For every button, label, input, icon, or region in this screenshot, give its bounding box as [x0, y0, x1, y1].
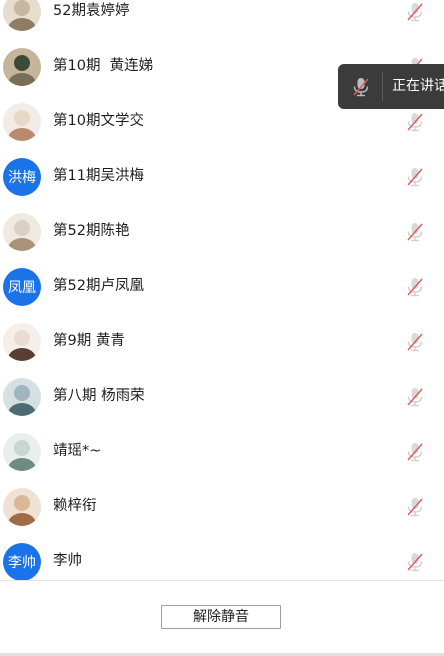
mic-muted-icon[interactable] [405, 221, 425, 243]
participant-name: 52期袁婷婷 [53, 3, 130, 19]
avatar [3, 212, 41, 251]
speaking-toast: 正在讲话 [338, 64, 444, 109]
participant-row[interactable]: 洪梅 第11期吴洪梅 [0, 149, 444, 204]
mic-muted-icon[interactable] [405, 551, 425, 573]
participant-name: 靖瑶*~ [53, 443, 102, 459]
participant-name: 第11期吴洪梅 [53, 168, 144, 184]
mic-muted-icon [351, 76, 371, 98]
footer-divider [0, 580, 444, 581]
participant-row[interactable]: 第52期陈艳 [0, 204, 444, 259]
mic-muted-icon[interactable] [405, 111, 425, 133]
avatar: 洪梅 [3, 157, 41, 196]
participant-name: 第八期 杨雨荣 [53, 388, 145, 404]
participant-name: 第52期卢凤凰 [53, 278, 144, 294]
participant-row[interactable]: 第9期 黄青 [0, 314, 444, 369]
mic-muted-icon[interactable] [405, 441, 425, 463]
avatar [3, 47, 41, 86]
mic-muted-icon[interactable] [405, 496, 425, 518]
participant-row[interactable]: 第八期 杨雨荣 [0, 369, 444, 424]
toast-separator [382, 72, 383, 101]
mic-muted-icon[interactable] [405, 1, 425, 23]
participant-row[interactable]: 靖瑶*~ [0, 424, 444, 479]
avatar [3, 102, 41, 141]
mic-muted-icon[interactable] [405, 386, 425, 408]
avatar [3, 487, 41, 526]
participant-row[interactable]: 李帅 李帅 [0, 534, 444, 580]
unmute-button[interactable]: 解除静音 [161, 605, 281, 629]
participant-name: 第10期 黄连娣 [53, 58, 154, 74]
participant-row[interactable]: 凤凰 第52期卢凤凰 [0, 259, 444, 314]
avatar [3, 0, 41, 31]
participant-row[interactable]: 赖梓衔 [0, 479, 444, 534]
avatar [3, 432, 41, 471]
avatar: 李帅 [3, 542, 41, 580]
avatar [3, 377, 41, 416]
participant-name: 第9期 黄青 [53, 333, 125, 349]
mic-muted-icon[interactable] [405, 331, 425, 353]
avatar: 凤凰 [3, 267, 41, 306]
avatar [3, 322, 41, 361]
participant-name: 李帅 [53, 553, 82, 569]
speaking-text: 正在讲话 [392, 78, 444, 94]
participant-row[interactable]: 52期袁婷婷 [0, 0, 444, 39]
participant-name: 第10期文学交 [53, 113, 144, 129]
mic-muted-icon[interactable] [405, 276, 425, 298]
mic-muted-icon[interactable] [405, 166, 425, 188]
participant-name: 第52期陈艳 [53, 223, 130, 239]
participant-name: 赖梓衔 [53, 498, 97, 514]
